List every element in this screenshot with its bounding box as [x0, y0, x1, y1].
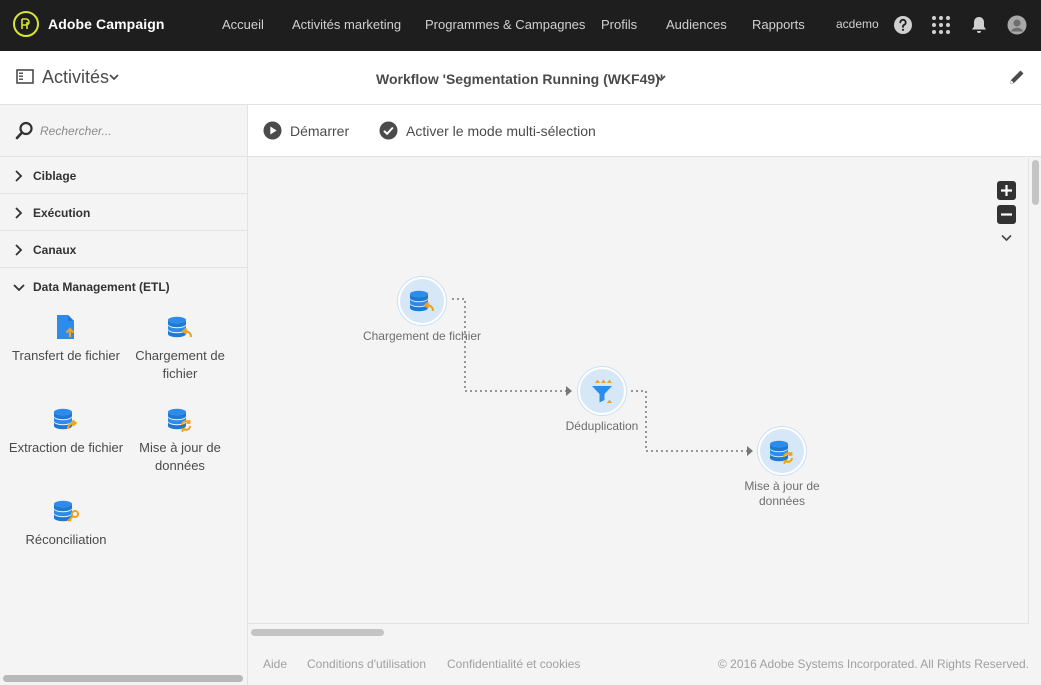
tile-label: Mise à jour de données	[139, 440, 221, 473]
file-transfer-icon	[57, 315, 75, 339]
zoom-more-chevron-icon[interactable]	[1001, 234, 1012, 242]
nav-audiences[interactable]: Audiences	[666, 17, 727, 32]
deduplication-icon	[592, 379, 612, 403]
file-extraction-icon	[54, 408, 78, 430]
footer: Aide Conditions d'utilisation Confidenti…	[248, 641, 1041, 685]
multi-selection-label: Activer le mode multi-sélection	[406, 122, 596, 139]
tile-label: Chargement de fichier	[135, 348, 225, 381]
apps-grid-icon[interactable]	[931, 15, 951, 35]
node-chargement-fichier[interactable]	[398, 277, 446, 325]
chevron-down-icon[interactable]	[109, 74, 119, 81]
canvas-vertical-scrollbar[interactable]	[1032, 160, 1039, 205]
category-canaux[interactable]: Canaux	[0, 231, 247, 268]
brand-name[interactable]: Adobe Campaign	[48, 16, 165, 32]
play-icon	[263, 121, 282, 140]
node-label: Déduplication	[565, 419, 639, 433]
start-button[interactable]: Démarrer	[263, 121, 349, 140]
footer-link-conditions[interactable]: Conditions d'utilisation	[307, 657, 426, 671]
nav-activites-marketing[interactable]: Activités marketing	[292, 17, 401, 32]
category-execution[interactable]: Exécution	[0, 194, 247, 231]
start-button-label: Démarrer	[290, 122, 350, 139]
activities-menu-title[interactable]: Activités	[42, 67, 109, 88]
data-update-icon	[168, 408, 191, 432]
node-deduplication[interactable]	[578, 367, 626, 415]
tile-reconciliation[interactable]: Réconciliation	[6, 497, 126, 549]
tile-extraction-fichier[interactable]: Extraction de fichier	[6, 405, 126, 457]
reconciliation-key-icon	[54, 500, 79, 522]
help-icon[interactable]	[893, 15, 913, 35]
footer-link-aide[interactable]: Aide	[263, 657, 287, 671]
search-row	[0, 105, 247, 157]
file-load-icon	[410, 290, 435, 312]
copyright-text: © 2016 Adobe Systems Incorporated. All R…	[717, 657, 1029, 671]
search-icon	[15, 121, 33, 140]
chevron-right-icon	[15, 207, 23, 219]
sub-header: Activités Workflow 'Segmentation Running…	[0, 51, 1041, 105]
user-avatar-icon[interactable]	[1007, 15, 1027, 35]
data-update-icon	[770, 440, 793, 464]
node-label: Chargement de fichier	[362, 329, 482, 343]
top-bar: Adobe Campaign Accueil Activités marketi…	[0, 0, 1041, 51]
category-data-management[interactable]: Data Management (ETL)	[0, 268, 247, 305]
notifications-bell-icon[interactable]	[969, 15, 989, 35]
canvas-horizontal-scrollbar[interactable]	[251, 629, 384, 636]
zoom-in-button[interactable]	[997, 181, 1016, 200]
tile-mise-a-jour-donnees[interactable]: Mise à jour de données	[120, 405, 240, 475]
node-mise-a-jour-donnees[interactable]	[758, 427, 806, 475]
tile-chargement-fichier[interactable]: Chargement de fichier	[120, 313, 240, 383]
category-label: Ciblage	[33, 169, 77, 183]
nav-accueil[interactable]: Accueil	[222, 17, 264, 32]
workflow-chevron-down-icon[interactable]	[656, 75, 666, 82]
check-circle-icon	[379, 121, 398, 140]
activities-sidebar: Ciblage Exécution Canaux Data Management…	[0, 105, 248, 685]
category-label: Data Management (ETL)	[33, 280, 170, 294]
edit-pencil-icon[interactable]	[1008, 68, 1026, 86]
search-input[interactable]	[40, 120, 235, 142]
user-name[interactable]: acdemo	[836, 17, 879, 31]
workflow-canvas[interactable]	[248, 158, 1029, 624]
zoom-out-button[interactable]	[997, 205, 1016, 224]
workflow-title[interactable]: Workflow 'Segmentation Running (WKF49)'	[376, 71, 663, 87]
file-load-icon	[168, 316, 193, 338]
category-label: Canaux	[33, 243, 77, 257]
category-ciblage[interactable]: Ciblage	[0, 157, 247, 194]
adobe-campaign-logo-icon[interactable]	[13, 11, 39, 37]
tile-label: Extraction de fichier	[8, 440, 124, 455]
chevron-right-icon	[15, 170, 23, 182]
plus-icon	[1001, 185, 1012, 196]
nav-programmes-campagnes[interactable]: Programmes & Campagnes	[425, 17, 585, 32]
minus-icon	[1001, 213, 1012, 216]
nav-profils[interactable]: Profils	[601, 17, 637, 32]
toggle-panel-icon[interactable]	[16, 69, 34, 84]
chevron-right-icon	[15, 244, 23, 256]
tile-transfert-fichier[interactable]: Transfert de fichier	[6, 313, 126, 365]
footer-link-confidentialite[interactable]: Confidentialité et cookies	[447, 657, 580, 671]
sidebar-horizontal-scrollbar[interactable]	[3, 675, 243, 682]
chevron-down-icon	[13, 284, 25, 292]
workflow-toolbar: Démarrer Activer le mode multi-sélection	[248, 105, 1041, 157]
tile-label: Transfert de fichier	[12, 348, 120, 363]
tile-label: Réconciliation	[25, 532, 107, 547]
multi-selection-button[interactable]: Activer le mode multi-sélection	[379, 121, 596, 140]
category-label: Exécution	[33, 206, 91, 220]
node-label: Mise à jour de données	[744, 479, 820, 508]
nav-rapports[interactable]: Rapports	[752, 17, 805, 32]
